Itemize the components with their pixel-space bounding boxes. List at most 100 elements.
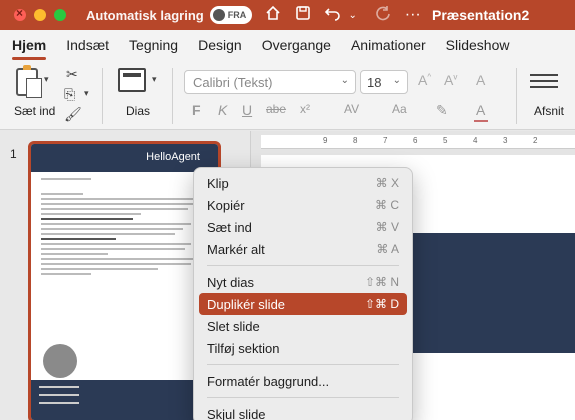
cut-icon[interactable]: ✂ <box>66 66 78 83</box>
menu-item-dupliker-slide[interactable]: Duplikér slide ⇧⌘ D <box>199 293 407 315</box>
thumbnail-brand: HelloAgent <box>146 151 200 163</box>
more-icon[interactable]: ··· <box>404 6 422 24</box>
menu-item-label: Skjul slide <box>207 406 266 420</box>
ruler-tick: 6 <box>413 136 418 145</box>
menu-item-shortcut: ⌘ X <box>375 176 399 190</box>
character-spacing-button[interactable]: AV <box>344 102 359 116</box>
menu-separator <box>207 265 399 266</box>
thumbnail-footer <box>31 380 218 420</box>
bold-button[interactable]: F <box>192 102 201 118</box>
menu-item-shortcut: ⌘ V <box>375 220 399 234</box>
menu-item-kopier[interactable]: Kopiér ⌘ C <box>199 194 407 216</box>
menu-item-slet-slide[interactable]: Slet slide <box>199 315 407 337</box>
clear-format-icon[interactable]: A <box>476 72 485 88</box>
tab-indsaet[interactable]: Indsæt <box>56 37 119 60</box>
menu-item-klip[interactable]: Klip ⌘ X <box>199 172 407 194</box>
increase-font-icon[interactable]: A^ <box>418 72 431 88</box>
change-case-button[interactable]: Aa <box>392 102 407 116</box>
menu-item-skjul-slide[interactable]: Skjul slide <box>199 403 407 420</box>
ribbon-tabs: Hjem Indsæt Tegning Design Overgange Ani… <box>0 30 575 60</box>
paragraph-label[interactable]: Afsnit <box>534 104 564 118</box>
ruler: 9 8 7 6 5 4 3 2 <box>261 135 575 149</box>
autosave-label: Automatisk lagring <box>86 7 204 23</box>
strikethrough-button[interactable]: abe <box>266 102 286 116</box>
close-window-button[interactable] <box>14 6 26 21</box>
ribbon-divider <box>102 68 103 124</box>
menu-item-saet-ind[interactable]: Sæt ind ⌘ V <box>199 216 407 238</box>
chevron-down-icon: ⌄ <box>340 75 349 86</box>
slides-label[interactable]: Dias <box>126 104 150 118</box>
menu-item-marker-alt[interactable]: Markér alt ⌘ A <box>199 238 407 260</box>
underline-button[interactable]: U <box>242 102 252 118</box>
avatar <box>43 344 77 378</box>
autosave-toggle[interactable]: FRA <box>209 6 252 24</box>
menu-item-nyt-dias[interactable]: Nyt dias ⇧⌘ N <box>199 271 407 293</box>
ribbon-divider <box>516 68 517 124</box>
chevron-down-icon: ⌄ <box>392 75 401 86</box>
home-icon[interactable] <box>264 5 282 26</box>
redo-icon[interactable] <box>374 5 392 26</box>
ruler-tick: 9 <box>323 136 328 145</box>
paste-label[interactable]: Sæt ind <box>14 104 55 118</box>
italic-button[interactable]: K <box>218 102 227 118</box>
thumbnail-body <box>31 172 218 284</box>
menu-item-shortcut: ⌘ C <box>375 198 399 212</box>
save-icon[interactable] <box>294 5 312 26</box>
tab-overgange[interactable]: Overgange <box>252 37 341 60</box>
tab-slideshow[interactable]: Slideshow <box>436 37 520 60</box>
menu-item-formater-baggrund[interactable]: Formatér baggrund... <box>199 370 407 392</box>
ruler-tick: 4 <box>473 136 478 145</box>
font-size-select[interactable]: 18 ⌄ <box>360 70 408 94</box>
font-color-bar <box>474 120 488 122</box>
copy-icon[interactable]: ⎘ <box>64 86 75 103</box>
title-bar: Automatisk lagring FRA ⌄ ··· Præsentatio… <box>0 0 575 30</box>
menu-separator <box>207 397 399 398</box>
menu-item-label: Klip <box>207 175 229 191</box>
autosave-state: FRA <box>227 10 247 20</box>
copy-dropdown-icon[interactable]: ▾ <box>84 88 89 99</box>
menu-item-shortcut: ⇧⌘ D <box>364 297 399 311</box>
undo-dropdown-icon[interactable]: ⌄ <box>344 10 362 21</box>
tab-tegning[interactable]: Tegning <box>119 37 188 60</box>
ruler-tick: 7 <box>383 136 388 145</box>
layout-dropdown-icon[interactable]: ▾ <box>152 74 157 85</box>
menu-item-label: Nyt dias <box>207 274 254 290</box>
tab-animationer[interactable]: Animationer <box>341 37 436 60</box>
font-color-icon[interactable]: A <box>476 102 485 118</box>
decrease-font-icon[interactable]: Av <box>444 72 457 88</box>
ribbon-divider <box>172 68 173 124</box>
ruler-tick: 3 <box>503 136 508 145</box>
ruler-tick: 2 <box>533 136 538 145</box>
slide-layout-icon[interactable] <box>118 68 146 92</box>
menu-item-label: Slet slide <box>207 318 260 334</box>
menu-item-label: Markér alt <box>207 241 265 257</box>
menu-item-shortcut: ⌘ A <box>376 242 399 256</box>
ruler-tick: 8 <box>353 136 358 145</box>
highlight-icon[interactable]: ✎ <box>436 102 448 119</box>
context-menu: Klip ⌘ X Kopiér ⌘ C Sæt ind ⌘ V Markér a… <box>193 167 413 420</box>
undo-icon[interactable] <box>324 5 342 26</box>
font-name-value: Calibri (Tekst) <box>193 75 273 90</box>
font-name-select[interactable]: Calibri (Tekst) ⌄ <box>184 70 356 94</box>
menu-item-tilfoej-sektion[interactable]: Tilføj sektion <box>199 337 407 359</box>
paste-dropdown-icon[interactable]: ▾ <box>44 74 49 85</box>
format-painter-icon[interactable]: 🖌 <box>64 106 82 123</box>
menu-item-label: Tilføj sektion <box>207 340 280 356</box>
menu-separator <box>207 364 399 365</box>
menu-item-label: Duplikér slide <box>207 296 286 312</box>
window-controls <box>14 6 66 21</box>
paragraph-icon[interactable] <box>530 74 558 92</box>
document-title: Præsentation2 <box>432 7 530 23</box>
toggle-knob <box>212 9 225 21</box>
font-size-value: 18 <box>367 75 382 90</box>
thumbnail-header: HelloAgent <box>31 144 218 172</box>
menu-item-label: Sæt ind <box>207 219 252 235</box>
paste-icon[interactable] <box>16 65 42 98</box>
minimize-window-button[interactable] <box>34 9 46 21</box>
menu-item-label: Formatér baggrund... <box>207 373 330 389</box>
tab-design[interactable]: Design <box>188 37 252 60</box>
superscript-button[interactable]: x² <box>300 102 310 116</box>
menu-item-shortcut: ⇧⌘ N <box>364 275 399 289</box>
zoom-window-button[interactable] <box>54 9 66 21</box>
tab-hjem[interactable]: Hjem <box>0 37 56 60</box>
